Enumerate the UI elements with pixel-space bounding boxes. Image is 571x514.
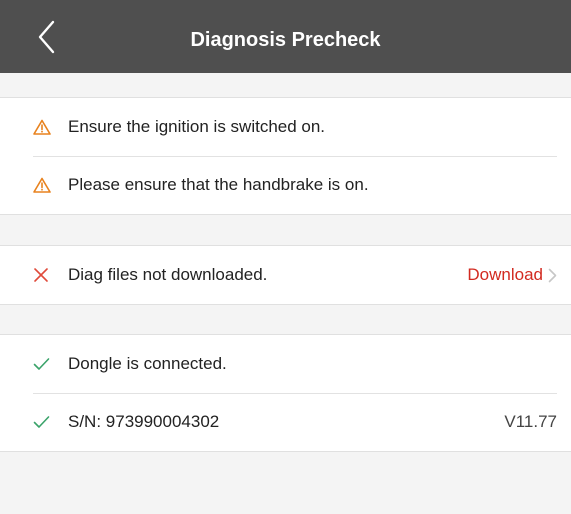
warnings-group: Ensure the ignition is switched on. Plea…: [0, 97, 571, 215]
diag-files-group: Diag files not downloaded. Download: [0, 245, 571, 305]
download-label: Download: [467, 265, 543, 284]
warning-row-handbrake: Please ensure that the handbrake is on.: [0, 156, 571, 214]
device-group: Dongle is connected. S/N: 973990004302 V…: [0, 334, 571, 452]
download-button[interactable]: Download: [467, 265, 557, 285]
dongle-status-text: Dongle is connected.: [68, 354, 227, 373]
dongle-row: Dongle is connected.: [0, 335, 571, 393]
warning-text: Ensure the ignition is switched on.: [68, 117, 326, 136]
page-title: Diagnosis Precheck: [190, 29, 381, 51]
cross-icon: [33, 267, 59, 283]
version-label: V11.77: [504, 412, 557, 431]
download-link[interactable]: Download: [467, 246, 557, 304]
diagnosis-precheck-screen: Diagnosis Precheck Ensure the ignition i…: [0, 0, 571, 514]
chevron-right-icon: [548, 268, 557, 283]
diag-files-status-text: Diag files not downloaded.: [68, 265, 268, 284]
version-container: V11.77: [504, 393, 557, 451]
serial-number-text: S/N: 973990004302: [68, 412, 220, 431]
warning-triangle-icon: [33, 177, 59, 193]
check-icon: [33, 357, 59, 371]
warning-row-ignition: Ensure the ignition is switched on.: [0, 98, 571, 156]
warning-text: Please ensure that the handbrake is on.: [68, 175, 369, 194]
check-icon: [33, 415, 59, 429]
warning-triangle-icon: [33, 119, 59, 135]
header-bar: Diagnosis Precheck: [0, 0, 571, 73]
diag-files-row: Diag files not downloaded. Download: [0, 246, 571, 304]
serial-row: S/N: 973990004302 V11.77: [0, 393, 571, 451]
